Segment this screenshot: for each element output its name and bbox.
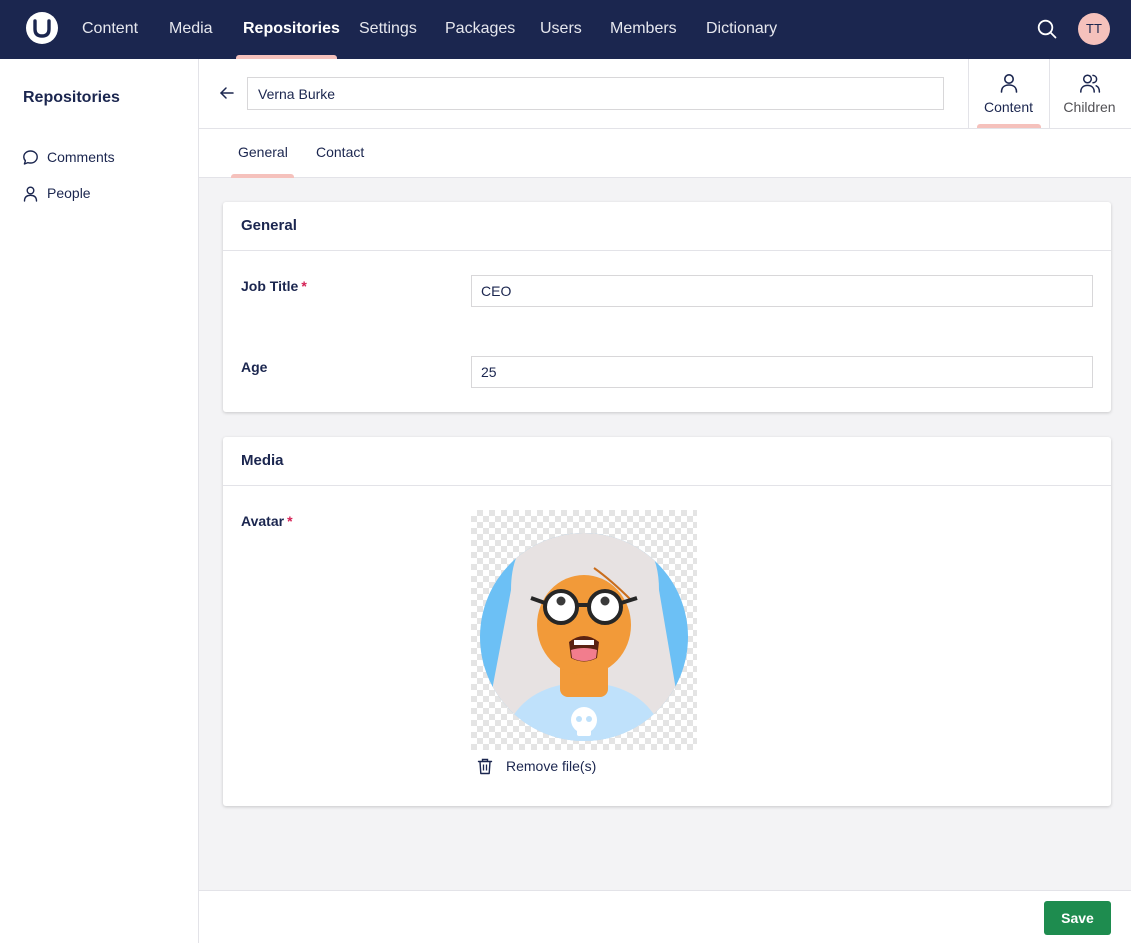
sidebar-title: Repositories — [23, 89, 120, 106]
back-arrow-icon[interactable] — [218, 84, 236, 102]
nav-media[interactable]: Media — [169, 0, 213, 59]
media-group: Media Avatar * Remove file(s) — [223, 437, 1111, 806]
tab-active-indicator — [231, 174, 294, 178]
nav-users[interactable]: Users — [540, 0, 582, 59]
view-tab-children[interactable]: Children — [1049, 59, 1129, 128]
job-title-input[interactable] — [471, 275, 1093, 307]
view-tab-content[interactable]: Content — [968, 59, 1048, 128]
comment-icon — [23, 150, 38, 165]
nav-dictionary[interactable]: Dictionary — [706, 0, 777, 59]
tab-general[interactable]: General — [238, 129, 288, 177]
view-tab-label: Content — [983, 99, 1034, 115]
person-icon — [23, 186, 38, 202]
group-title: General — [241, 217, 297, 234]
group-header: General — [223, 202, 1111, 251]
required-marker: * — [301, 278, 307, 294]
nav-content[interactable]: Content — [82, 0, 138, 59]
document-name-input[interactable] — [247, 77, 944, 110]
editor-footer: Save — [199, 890, 1131, 943]
top-navigation: Content Media Repositories Settings Pack… — [0, 0, 1131, 59]
sidebar: Repositories Comments People — [0, 59, 199, 943]
person-icon — [1000, 74, 1018, 93]
sidebar-item-comments[interactable]: Comments — [16, 143, 186, 171]
group-header: Media — [223, 437, 1111, 486]
required-marker: * — [287, 513, 293, 529]
sidebar-item-people[interactable]: People — [16, 179, 186, 207]
avatar-image-thumbnail[interactable] — [471, 510, 697, 750]
nav-members[interactable]: Members — [610, 0, 677, 59]
age-input[interactable] — [471, 356, 1093, 388]
editor-header: Content Children — [199, 59, 1131, 129]
save-button[interactable]: Save — [1044, 901, 1111, 935]
sidebar-item-label: People — [47, 185, 91, 201]
logo-icon — [33, 19, 51, 38]
property-label-text: Age — [241, 359, 268, 375]
nav-settings[interactable]: Settings — [359, 0, 417, 59]
search-icon[interactable] — [1036, 18, 1058, 40]
view-active-indicator — [977, 124, 1041, 128]
nav-packages[interactable]: Packages — [445, 0, 515, 59]
avatar-illustration — [480, 533, 688, 741]
sidebar-item-label: Comments — [47, 149, 115, 165]
group-title: Media — [241, 452, 284, 469]
property-label-text: Job Title — [241, 278, 299, 294]
remove-file-label: Remove file(s) — [506, 758, 597, 774]
nav-repositories[interactable]: Repositories — [243, 0, 340, 59]
property-label-text: Avatar — [241, 513, 285, 529]
avatar-label: Avatar * — [241, 513, 293, 529]
job-title-label: Job Title * — [241, 278, 307, 294]
umbraco-logo[interactable] — [26, 12, 58, 44]
user-avatar[interactable]: TT — [1078, 13, 1110, 45]
view-tab-label: Children — [1063, 99, 1116, 115]
people-icon — [1080, 74, 1101, 93]
general-group: General Job Title* Age — [223, 202, 1111, 412]
content-tabs: General Contact — [199, 129, 1131, 178]
trash-icon — [477, 758, 493, 775]
tab-contact[interactable]: Contact — [316, 129, 364, 177]
age-label: Age — [241, 359, 267, 375]
